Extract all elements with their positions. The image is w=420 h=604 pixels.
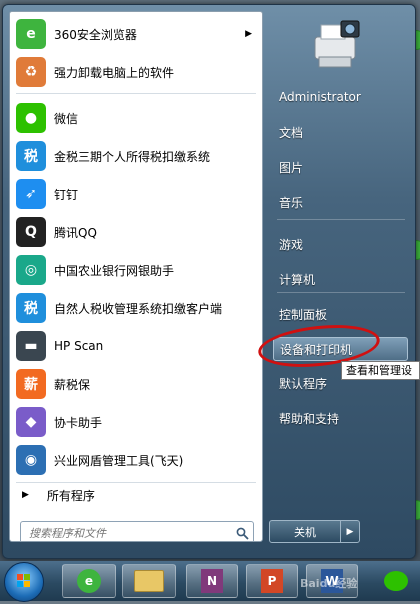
place-documents[interactable]: 文档 (273, 120, 408, 144)
windows-logo-icon (17, 574, 30, 587)
program-item[interactable]: e 360安全浏览器 ▶ (10, 16, 262, 52)
place-label: 图片 (279, 160, 304, 175)
divider (16, 93, 256, 94)
onenote-icon: N (201, 569, 223, 593)
abc-bank-icon: ◎ (16, 255, 46, 285)
start-menu: e 360安全浏览器 ▶ ♻ 强力卸载电脑上的软件 ● 微信税金税三期个人所得税扣缴系统 ➶ 钉… (2, 4, 416, 559)
program-label: 钉钉 (54, 187, 79, 202)
program-item[interactable]: ● 微信 (10, 100, 262, 136)
taskbar: e N P W Baidu经验 (0, 561, 420, 602)
scanner-icon: ▬ (16, 331, 46, 361)
place-computer[interactable]: 计算机 (273, 267, 408, 291)
program-label: HP Scan (54, 339, 104, 353)
shutdown-button[interactable]: 关机 (269, 520, 341, 543)
program-label: 360安全浏览器 (54, 27, 137, 42)
triangle-right-icon: ▶ (22, 490, 29, 500)
all-programs-label: 所有程序 (46, 488, 95, 503)
feitian-icon: ◉ (16, 445, 46, 475)
place-label: 默认程序 (279, 376, 328, 391)
search-input[interactable] (27, 523, 231, 541)
wechat-icon: ● (16, 103, 46, 133)
search-icon[interactable] (231, 523, 253, 541)
qq-icon: Q (16, 217, 46, 247)
program-item[interactable]: ➶ 钉钉 (10, 176, 262, 212)
place-label: 音乐 (279, 195, 304, 210)
place-music[interactable]: 音乐 (273, 190, 408, 214)
program-item[interactable]: ♻ 强力卸载电脑上的软件 (10, 54, 262, 90)
powerpoint-icon: P (261, 569, 283, 593)
place-label: 帮助和支持 (279, 411, 340, 426)
program-item[interactable]: ◎ 中国农业银行网银助手 (10, 252, 262, 288)
program-label: 金税三期个人所得税扣缴系统 (54, 149, 211, 164)
360-browser-icon: e (16, 19, 46, 49)
taskbar-360-browser[interactable]: e (62, 564, 116, 598)
place-user-folder[interactable]: Administrator (273, 85, 408, 109)
divider (277, 219, 405, 220)
program-item[interactable]: 税金税三期个人所得税扣缴系统 (10, 138, 262, 174)
wechat-tray-icon[interactable] (384, 571, 408, 591)
place-label: 游戏 (279, 237, 304, 252)
tax-client-icon: 税 (16, 293, 46, 323)
program-label: 腾讯QQ (54, 225, 97, 240)
tooltip: 查看和管理设 (341, 361, 420, 380)
program-item[interactable]: ▬ HP Scan (10, 328, 262, 364)
place-label: 计算机 (279, 272, 316, 287)
program-label: 协卡助手 (54, 415, 103, 430)
taskbar-powerpoint[interactable]: P (246, 564, 298, 598)
program-label: 中国农业银行网银助手 (54, 263, 175, 278)
place-help-and-support[interactable]: 帮助和支持 (273, 406, 408, 430)
divider (277, 292, 405, 293)
program-item[interactable]: ◉ 兴业网盾管理工具(飞天) (10, 442, 262, 478)
program-item[interactable]: 税自然人税收管理系统扣缴客户端 (10, 290, 262, 326)
place-label: 文档 (279, 125, 304, 140)
program-item[interactable]: Q 腾讯QQ (10, 214, 262, 250)
place-pictures[interactable]: 图片 (273, 155, 408, 179)
taskbar-onenote[interactable]: N (186, 564, 238, 598)
places-pane: Administrator 文档 图片 音乐 游戏 计算机 控制面板 设备和打印机 默认程序 帮助… (265, 5, 413, 558)
printer-icon (305, 19, 363, 71)
programs-pane: e 360安全浏览器 ▶ ♻ 强力卸载电脑上的软件 ● 微信税金税三期个人所得税扣缴系统 ➶ 钉… (9, 11, 263, 542)
place-control-panel[interactable]: 控制面板 (273, 302, 408, 326)
tax-icon: 税 (16, 141, 46, 171)
program-label: 薪税保 (54, 377, 91, 392)
place-label: 控制面板 (279, 307, 328, 322)
shutdown-label: 关机 (294, 525, 316, 539)
search-box[interactable] (20, 521, 254, 541)
all-programs-button[interactable]: ▶ 所有程序 (10, 482, 262, 508)
dingtalk-icon: ➶ (16, 179, 46, 209)
program-label: 强力卸载电脑上的软件 (54, 65, 175, 80)
shutdown-options-button[interactable]: ▶ (340, 520, 360, 543)
watermark: Baidu经验 (300, 577, 358, 590)
xieka-icon: ◆ (16, 407, 46, 437)
place-label: Administrator (279, 90, 361, 104)
folder-icon (134, 570, 164, 592)
program-item[interactable]: ◆ 协卡助手 (10, 404, 262, 440)
program-label: 兴业网盾管理工具(飞天) (54, 453, 184, 468)
360-browser-icon: e (77, 569, 101, 593)
xinshuibao-icon: 薪 (16, 369, 46, 399)
taskbar-file-explorer[interactable] (122, 564, 176, 598)
triangle-right-icon: ▶ (346, 526, 354, 537)
start-button[interactable] (4, 562, 44, 602)
submenu-arrow-icon: ▶ (245, 29, 252, 39)
uninstall-icon: ♻ (16, 57, 46, 87)
program-item[interactable]: 薪薪税保 (10, 366, 262, 402)
program-label: 自然人税收管理系统扣缴客户端 (54, 301, 223, 316)
program-label: 微信 (54, 111, 79, 126)
place-games[interactable]: 游戏 (273, 232, 408, 256)
